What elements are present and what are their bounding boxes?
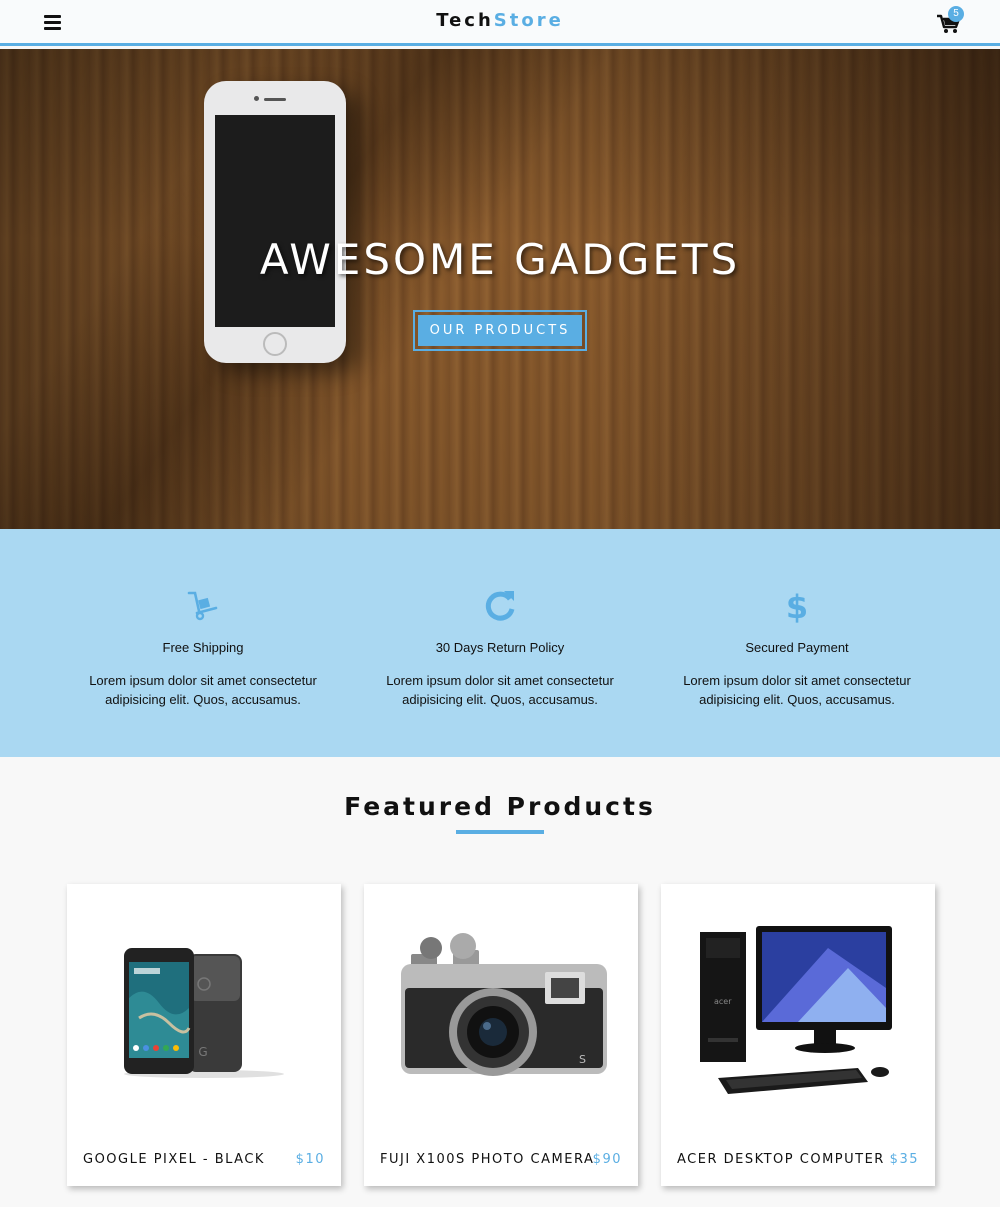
dollar-icon: $ <box>786 588 808 623</box>
feature-title: 30 Days Return Policy <box>435 640 565 655</box>
hero-title: AWESOME GADGETS <box>259 235 741 284</box>
svg-text:$: $ <box>786 588 808 623</box>
svg-text:acer: acer <box>714 997 732 1006</box>
product-card-google-pixel[interactable]: G GOOGLE PIXEL - BLACK $10 <box>67 884 341 1186</box>
product-name[interactable]: FUJI X100S PHOTO CAMERA <box>380 1152 594 1167</box>
cart-count-badge: 5 <box>948 6 964 22</box>
smartphone-image: G <box>124 948 284 1078</box>
brand-logo[interactable]: TechStore <box>0 10 1000 31</box>
product-price: $35 <box>889 1152 919 1167</box>
svg-text:G: G <box>198 1045 207 1059</box>
feature-text: Lorem ipsum dolor sit amet consectetur a… <box>89 673 317 707</box>
our-products-button-label: OUR PRODUCTS <box>418 315 582 346</box>
featured-products-title: Featured Products <box>344 792 656 821</box>
product-name[interactable]: ACER DESKTOP COMPUTER <box>677 1152 885 1167</box>
product-card-fuji-camera[interactable]: S FUJI X100S PHOTO CAMERA $90 <box>364 884 638 1186</box>
refresh-icon <box>485 591 515 621</box>
navbar: TechStore 5 <box>0 0 1000 46</box>
brand-part-tech: Tech <box>436 10 494 31</box>
title-underline <box>456 830 544 834</box>
product-name[interactable]: GOOGLE PIXEL - BLACK <box>83 1152 265 1167</box>
product-price: $90 <box>592 1152 622 1167</box>
product-card-acer-desktop[interactable]: acer ACER DESKTOP COMPUTER $35 <box>661 884 935 1186</box>
brand-part-store: Store <box>493 10 564 31</box>
features-section: Free Shipping Lorem ipsum dolor sit amet… <box>0 529 1000 757</box>
our-products-button[interactable]: OUR PRODUCTS <box>413 310 587 351</box>
desktop-computer-image: acer <box>700 926 892 1094</box>
feature-text: Lorem ipsum dolor sit amet consectetur a… <box>683 673 911 707</box>
svg-text:S: S <box>579 1053 586 1066</box>
hero-banner: AWESOME GADGETS OUR PRODUCTS <box>0 49 1000 529</box>
hand-truck-icon <box>187 591 218 621</box>
product-price: $10 <box>295 1152 325 1167</box>
hero-phone-image <box>204 81 346 363</box>
camera-image: S <box>401 933 607 1076</box>
feature-text: Lorem ipsum dolor sit amet consectetur a… <box>386 673 614 707</box>
feature-title: Free Shipping <box>162 640 244 655</box>
feature-title: Secured Payment <box>745 640 849 655</box>
